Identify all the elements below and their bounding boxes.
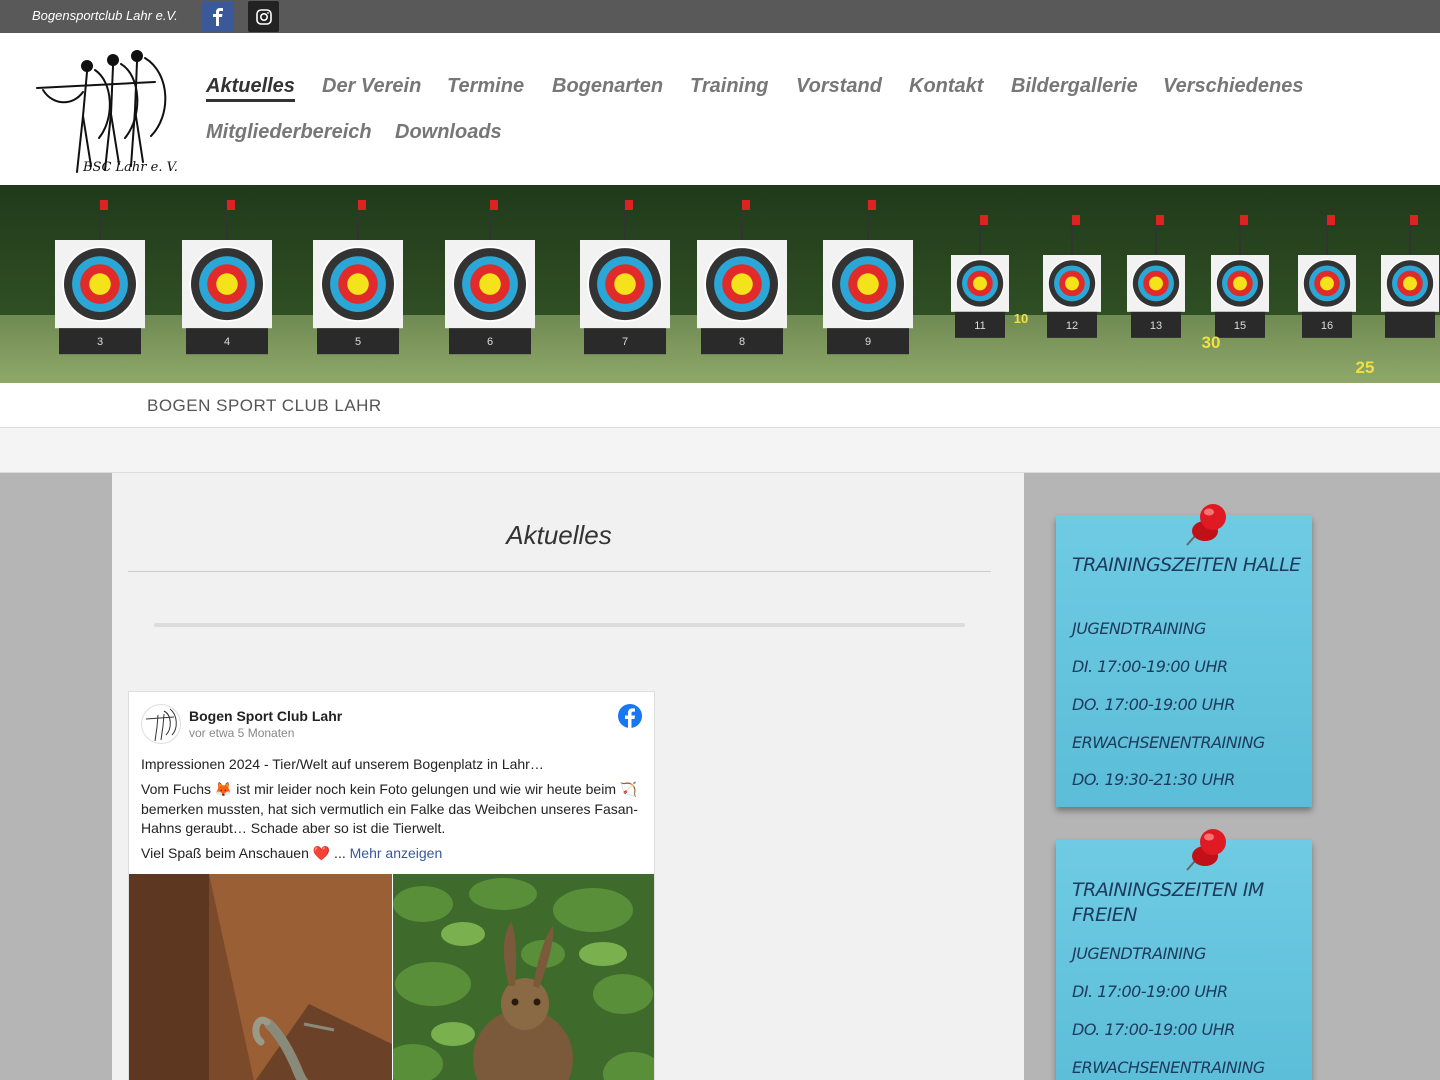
pushpin-icon xyxy=(1186,829,1226,871)
nav-vorstand[interactable]: Vorstand xyxy=(796,75,882,98)
post-photo-lizard[interactable] xyxy=(129,874,392,1080)
divider xyxy=(154,623,965,627)
nav-der-verein[interactable]: Der Verein xyxy=(322,75,421,98)
facebook-link[interactable] xyxy=(202,1,233,32)
target-number: 8 xyxy=(739,336,745,348)
note-line: Di. 17:00-19:00 Uhr xyxy=(1072,982,1228,1001)
target-number: 12 xyxy=(1066,320,1078,332)
nav-termine[interactable]: Termine xyxy=(447,75,524,98)
target-number: 5 xyxy=(355,336,361,348)
sub-bar xyxy=(0,428,1440,473)
pushpin-icon xyxy=(1186,504,1226,546)
target-number: 9 xyxy=(865,336,871,348)
post-photo-hare[interactable] xyxy=(393,874,654,1080)
training-hall-note: Trainingszeiten Halle Jugendtraining Di.… xyxy=(1056,504,1312,807)
distance-marker: 25 xyxy=(1356,358,1375,377)
training-outdoor-note: Trainingszeiten im Freien Jugendtraining… xyxy=(1056,829,1312,1080)
post-text-body: Vom Fuchs 🦊 ist mir leider noch kein Fot… xyxy=(141,781,638,836)
post-text-line: Impressionen 2024 - Tier/Welt auf unsere… xyxy=(141,756,544,772)
note-line: Do. 17:00-19:00 Uhr xyxy=(1072,1020,1235,1039)
club-name: Bogensportclub Lahr e.V. xyxy=(32,8,178,23)
target-number: 15 xyxy=(1234,320,1246,332)
nav-mitgliederbereich[interactable]: Mitgliederbereich xyxy=(206,121,372,144)
post-page-name[interactable]: Bogen Sport Club Lahr xyxy=(189,708,342,724)
facebook-post-card: Bogen Sport Club Lahr vor etwa 5 Monaten… xyxy=(128,691,655,1080)
note-heading: Trainingszeiten im Freien xyxy=(1072,879,1264,926)
facebook-f-icon xyxy=(212,7,223,26)
note-line: Di. 17:00-19:00 Uhr xyxy=(1072,657,1228,676)
note-line: Do. 19:30-21:30 Uhr xyxy=(1072,770,1235,789)
note-line: Do. 17:00-19:00 Uhr xyxy=(1072,695,1235,714)
divider xyxy=(128,571,991,572)
target-number: 4 xyxy=(224,336,230,348)
note-heading: Trainingszeiten Halle xyxy=(1072,554,1301,576)
instagram-icon xyxy=(255,8,272,25)
nav-training[interactable]: Training xyxy=(690,75,769,98)
top-bar: Bogensportclub Lahr e.V. xyxy=(0,0,1440,33)
nav-kontakt[interactable]: Kontakt xyxy=(909,75,983,98)
note-line: Jugendtraining xyxy=(1072,619,1206,638)
nav-verschiedenes[interactable]: Verschiedenes xyxy=(1163,75,1303,98)
distance-marker: 10 xyxy=(1014,311,1028,326)
target-number: 6 xyxy=(487,336,493,348)
header-banner-image: 3 4 5 6 7 8 9 11 12 13 15 16 10 30 25 xyxy=(0,185,1440,383)
target-number: 3 xyxy=(97,336,103,348)
site-title-bar: BOGEN SPORT CLUB LAHR xyxy=(0,383,1440,428)
nav-bogenarten[interactable]: Bogenarten xyxy=(552,75,663,98)
nav-downloads[interactable]: Downloads xyxy=(395,121,502,144)
site-title: BOGEN SPORT CLUB LAHR xyxy=(147,396,382,415)
target-number: 7 xyxy=(622,336,628,348)
main-content: Aktuelles Bogen Sport Club Lahr vor etwa… xyxy=(112,473,1024,1080)
target-number: 16 xyxy=(1321,320,1333,332)
target-number: 13 xyxy=(1150,320,1162,332)
nav-bildergallerie[interactable]: Bildergallerie xyxy=(1011,75,1138,98)
club-logo[interactable]: BSC Lahr e. V. xyxy=(33,46,179,176)
post-text-footer: Viel Spaß beim Anschauen ❤️ ... Mehr anz… xyxy=(141,844,643,864)
post-text-end: Viel Spaß beim Anschauen ❤️ ... xyxy=(141,845,346,861)
note-line: Erwachsenentraining xyxy=(1072,733,1265,752)
note-line: Jugendtraining xyxy=(1072,944,1206,963)
logo-caption: BSC Lahr e. V. xyxy=(82,160,178,175)
nav-aktuelles[interactable]: Aktuelles xyxy=(206,75,295,102)
facebook-icon[interactable] xyxy=(618,704,642,733)
read-more-link[interactable]: Mehr anzeigen xyxy=(350,845,443,861)
target-number: 11 xyxy=(974,320,985,332)
post-timestamp[interactable]: vor etwa 5 Monaten xyxy=(189,726,294,740)
site-header: BSC Lahr e. V. Aktuelles Der Verein Term… xyxy=(0,33,1440,185)
avatar[interactable] xyxy=(141,704,181,744)
page-title: Aktuelles xyxy=(506,520,612,550)
note-line: Erwachsenentraining xyxy=(1072,1058,1265,1077)
instagram-link[interactable] xyxy=(248,1,279,32)
distance-marker: 30 xyxy=(1202,333,1221,352)
